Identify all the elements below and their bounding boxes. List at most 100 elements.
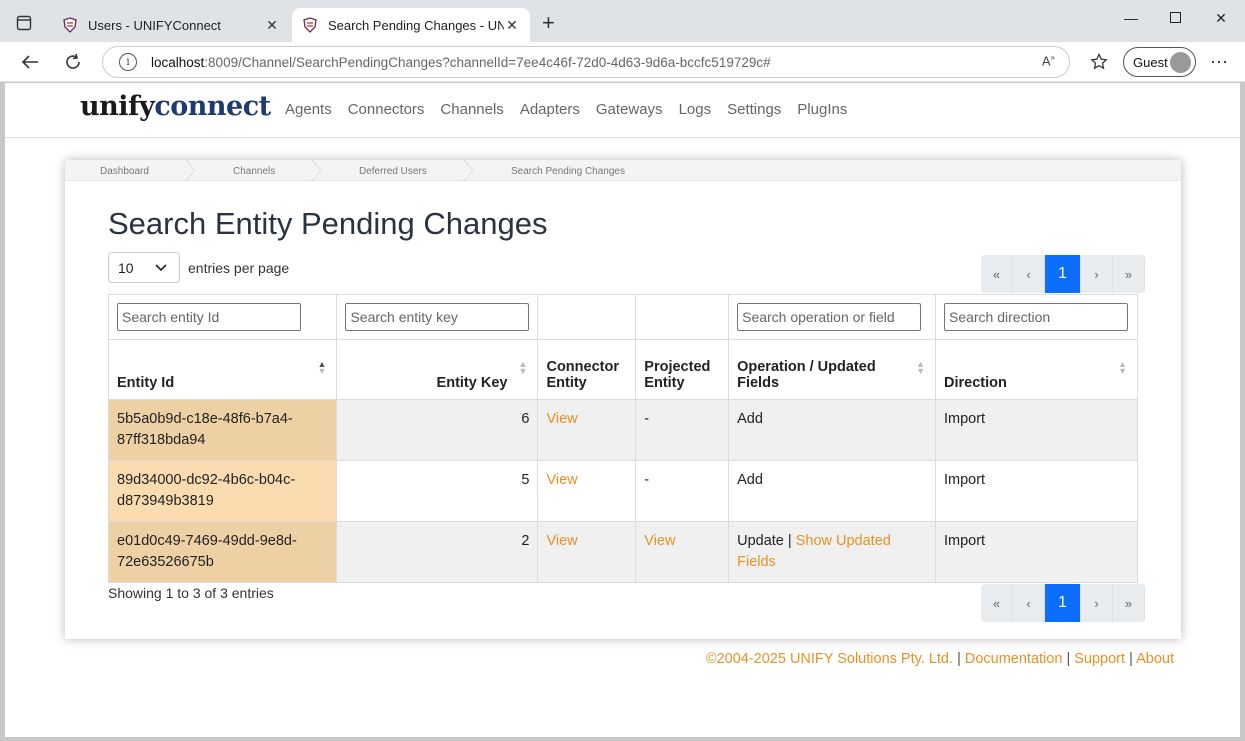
copyright-link[interactable]: ©2004-2025 UNIFY Solutions Pty. Ltd. (706, 651, 953, 667)
search-direction-input[interactable] (943, 303, 1128, 331)
site-navbar: unifyconnect Agents Connectors Channels … (5, 83, 1240, 138)
nav-gateways[interactable]: Gateways (596, 101, 663, 118)
filter-cell (107, 294, 338, 340)
reload-icon[interactable] (62, 51, 84, 73)
breadcrumb-current: Search Pending Changes (511, 166, 625, 177)
breadcrumb-deferred-users[interactable]: Deferred Users (359, 166, 427, 177)
page-1-button[interactable]: 1 (1045, 584, 1081, 622)
view-projected-link[interactable]: View (644, 533, 675, 549)
col-projected-entity-label: Projected Entity (644, 359, 711, 391)
operation-cell: Add (728, 460, 936, 522)
tab-title: Search Pending Changes - UNIFYC (328, 17, 504, 33)
breadcrumb-chevron-icon (185, 160, 196, 181)
url-input[interactable]: i localhost:8009/Channel/SearchPendingCh… (102, 46, 1070, 78)
search-operation-input[interactable] (737, 303, 922, 331)
entity-id-cell: 89d34000-dc92-4b6c-b04c-d873949b3819 (107, 460, 338, 522)
direction-cell: Import (934, 521, 1139, 583)
col-connector-entity: Connector Entity (537, 339, 637, 400)
connector-entity-cell: View (537, 521, 637, 583)
maximize-icon[interactable] (1165, 10, 1185, 26)
operation-cell: Add (728, 399, 936, 461)
close-tab-icon[interactable]: ✕ (504, 17, 520, 34)
connector-entity-cell: View (537, 460, 637, 522)
page-next-button[interactable]: › (1081, 584, 1113, 622)
search-entity-key-input[interactable] (345, 303, 530, 331)
view-connector-link[interactable]: View (546, 411, 577, 427)
site-logo[interactable]: unifyconnect (80, 91, 271, 122)
page-prev-button[interactable]: ‹ (1013, 255, 1045, 293)
col-direction[interactable]: Direction ▲ ▼ (934, 339, 1139, 400)
more-menu-icon[interactable]: ⋯ (1208, 51, 1230, 73)
profile-button[interactable]: Guest (1123, 47, 1196, 77)
footer-separator: | (1066, 651, 1071, 667)
breadcrumb-channels[interactable]: Channels (233, 166, 275, 177)
breadcrumb-chevron-icon (311, 160, 322, 181)
shield-favicon-icon (303, 17, 317, 33)
browser-tab-search-pending[interactable]: Search Pending Changes - UNIFYC ✕ (292, 8, 530, 42)
view-connector-link[interactable]: View (546, 533, 577, 549)
read-aloud-icon[interactable]: A» (1042, 53, 1055, 68)
close-tab-icon[interactable]: ✕ (264, 17, 280, 34)
browser-tab-bar: Users - UNIFYConnect ✕ Search Pending Ch… (0, 0, 1245, 42)
table-info: Showing 1 to 3 of 3 entries (108, 585, 274, 601)
page-1-button[interactable]: 1 (1045, 255, 1081, 293)
page-next-button[interactable]: › (1081, 255, 1113, 293)
sort-icon: ▲ ▼ (1118, 359, 1127, 376)
col-operation[interactable]: Operation / Updated Fields ▲ ▼ (728, 339, 936, 400)
filter-cell (336, 294, 539, 340)
nav-channels[interactable]: Channels (440, 101, 503, 118)
page-prev-button[interactable]: ‹ (1013, 584, 1045, 622)
chevron-down-icon (155, 264, 167, 272)
nav-agents[interactable]: Agents (285, 101, 332, 118)
entity-key-cell: 6 (336, 399, 539, 461)
avatar (1170, 52, 1191, 73)
header-row: Entity Id ▲ ▼ Entity Key ▲ ▼ Connector Entit… (107, 339, 1139, 400)
filter-row (107, 294, 1139, 340)
col-entity-key-label: Entity Key (436, 375, 508, 391)
minimize-icon[interactable]: — (1121, 10, 1141, 26)
logo-part-connect: connect (154, 91, 271, 122)
page-first-button[interactable]: « (981, 255, 1013, 293)
nav-plugins[interactable]: PlugIns (797, 101, 847, 118)
new-tab-icon[interactable]: + (542, 12, 555, 34)
site-info-icon[interactable]: i (119, 53, 137, 71)
web-page: unifyconnect Agents Connectors Channels … (5, 83, 1240, 737)
page-title: Search Entity Pending Changes (108, 206, 548, 241)
nav-adapters[interactable]: Adapters (520, 101, 580, 118)
url-host: localhost (151, 55, 205, 70)
entries-per-page-value: 10 (118, 260, 134, 276)
operation-text: Update | (737, 533, 792, 549)
page-last-button[interactable]: » (1113, 584, 1145, 622)
col-entity-key[interactable]: Entity Key ▲ ▼ (336, 339, 539, 400)
browser-tab-users[interactable]: Users - UNIFYConnect ✕ (52, 8, 290, 42)
about-link[interactable]: About (1136, 651, 1174, 667)
col-projected-entity: Projected Entity (635, 339, 730, 400)
col-entity-id-label: Entity Id (117, 375, 175, 391)
page-first-button[interactable]: « (981, 584, 1013, 622)
support-link[interactable]: Support (1074, 651, 1125, 667)
breadcrumb-dashboard[interactable]: Dashboard (100, 166, 149, 177)
entity-key-cell: 5 (336, 460, 539, 522)
page-last-button[interactable]: » (1113, 255, 1145, 293)
nav-connectors[interactable]: Connectors (348, 101, 425, 118)
documentation-link[interactable]: Documentation (965, 651, 1063, 667)
nav-settings[interactable]: Settings (727, 101, 781, 118)
table-row: 89d34000-dc92-4b6c-b04c-d873949b3819 5 V… (107, 460, 1139, 522)
sort-icon: ▲ ▼ (518, 359, 528, 376)
filter-cell (537, 294, 637, 340)
col-direction-label: Direction (943, 375, 1007, 391)
col-entity-id[interactable]: Entity Id ▲ ▼ (107, 339, 338, 400)
back-icon[interactable] (19, 51, 41, 73)
direction-cell: Import (934, 399, 1139, 461)
favorites-icon[interactable] (1088, 51, 1110, 73)
projected-entity-cell: - (635, 460, 730, 522)
page-footer: ©2004-2025 UNIFY Solutions Pty. Ltd. | D… (706, 651, 1174, 667)
connector-entity-cell: View (537, 399, 637, 461)
profile-label: Guest (1133, 54, 1168, 70)
nav-logs[interactable]: Logs (679, 101, 712, 118)
entries-per-page-select[interactable]: 10 (108, 252, 180, 283)
view-connector-link[interactable]: View (546, 472, 577, 488)
tab-actions-icon[interactable] (14, 13, 34, 33)
search-entity-id-input[interactable] (117, 303, 301, 331)
close-window-icon[interactable]: ✕ (1211, 10, 1231, 27)
